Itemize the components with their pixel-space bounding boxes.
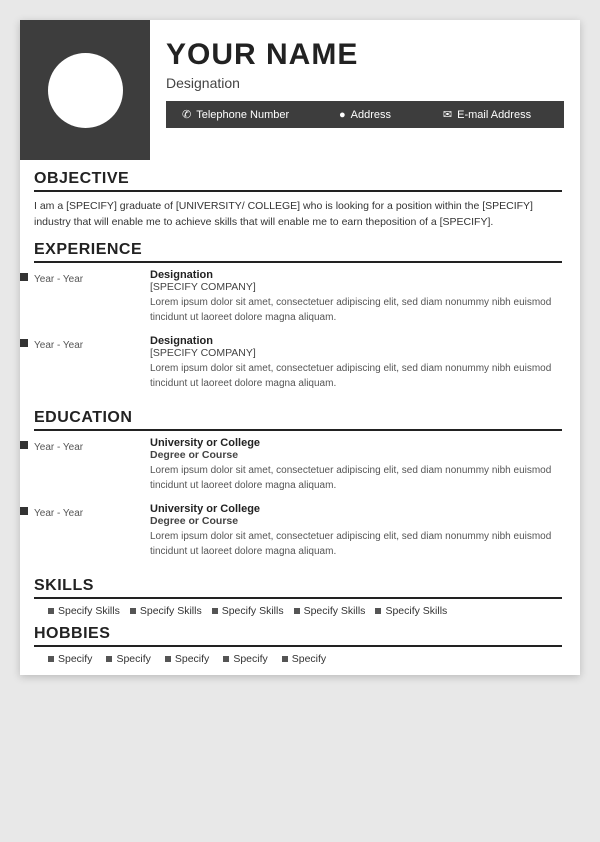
hobby-label: Specify — [116, 653, 150, 665]
school-name: University or College — [150, 503, 580, 515]
skill-item: Specify Skills — [294, 605, 366, 617]
degree-name: Degree or Course — [150, 515, 580, 527]
contact-bar: ✆ Telephone Number ● Address ✉ E-mail Ad… — [166, 101, 564, 128]
hobby-bullet — [282, 656, 288, 662]
hobby-item: Specify — [282, 653, 326, 665]
entry-desc: Lorem ipsum dolor sit amet, consectetuer… — [150, 361, 580, 391]
phone-icon: ✆ — [182, 108, 191, 121]
entry-dot — [20, 339, 28, 347]
skill-label: Specify Skills — [385, 605, 447, 617]
phone-contact: ✆ Telephone Number — [182, 108, 304, 121]
skills-section: SKILLS Specify SkillsSpecify SkillsSpeci… — [20, 569, 580, 617]
address-label: Address — [351, 109, 391, 121]
skill-label: Specify Skills — [58, 605, 120, 617]
entry-detail: University or College Degree or Course L… — [150, 437, 580, 493]
experience-section: EXPERIENCE — [20, 231, 580, 263]
skill-item: Specify Skills — [48, 605, 120, 617]
hobby-bullet — [165, 656, 171, 662]
education-entry: Year - Year University or College Degree… — [20, 503, 580, 559]
entry-years: Year - Year — [34, 272, 83, 285]
education-entry: Year - Year University or College Degree… — [20, 437, 580, 493]
hobby-item: Specify — [223, 653, 267, 665]
name-heading: YOUR NAME — [166, 38, 564, 71]
skill-bullet — [294, 608, 300, 614]
entry-title: Designation — [150, 269, 580, 281]
entry-years: Year - Year — [34, 440, 83, 453]
skill-item: Specify Skills — [375, 605, 447, 617]
entry-desc: Lorem ipsum dolor sit amet, consectetuer… — [150, 295, 580, 325]
hobby-label: Specify — [292, 653, 326, 665]
entry-title: Designation — [150, 335, 580, 347]
email-icon: ✉ — [443, 108, 452, 121]
experience-entry: Year - Year Designation [SPECIFY COMPANY… — [20, 269, 580, 325]
skill-item: Specify Skills — [130, 605, 202, 617]
hobbies-list: Specify Specify Specify Specify Specify — [34, 653, 562, 665]
entry-year-col: Year - Year — [20, 269, 150, 325]
entry-dot — [20, 441, 28, 449]
hobby-bullet — [48, 656, 54, 662]
entry-year-col: Year - Year — [20, 335, 150, 391]
entry-company: [SPECIFY COMPANY] — [150, 281, 580, 293]
hobby-item: Specify — [48, 653, 92, 665]
skill-label: Specify Skills — [140, 605, 202, 617]
experience-entry: Year - Year Designation [SPECIFY COMPANY… — [20, 335, 580, 391]
hobby-bullet — [106, 656, 112, 662]
objective-title: OBJECTIVE — [34, 170, 562, 192]
education-entries: Year - Year University or College Degree… — [20, 437, 580, 559]
email-contact: ✉ E-mail Address — [426, 108, 548, 121]
entry-year-col: Year - Year — [20, 503, 150, 559]
skills-list: Specify Skills Specify Skills Specify Skil… — [34, 605, 562, 617]
experience-entries: Year - Year Designation [SPECIFY COMPANY… — [20, 269, 580, 391]
education-title: EDUCATION — [34, 409, 562, 431]
entry-years: Year - Year — [34, 338, 83, 351]
email-label: E-mail Address — [457, 109, 531, 121]
entry-detail: University or College Degree or Course L… — [150, 503, 580, 559]
objective-section: OBJECTIVE I am a [SPECIFY] graduate of [… — [20, 160, 580, 231]
skill-item: Specify Skills — [212, 605, 284, 617]
entry-company: [SPECIFY COMPANY] — [150, 347, 580, 359]
hobby-bullet — [223, 656, 229, 662]
entry-years: Year - Year — [34, 506, 83, 519]
location-icon: ● — [339, 109, 346, 121]
skill-bullet — [130, 608, 136, 614]
skill-bullet — [48, 608, 54, 614]
entry-detail: Designation [SPECIFY COMPANY] Lorem ipsu… — [150, 335, 580, 391]
degree-name: Degree or Course — [150, 449, 580, 461]
education-section: EDUCATION — [20, 401, 580, 431]
skill-label: Specify Skills — [222, 605, 284, 617]
designation-label: Designation — [166, 75, 564, 91]
hobby-item: Specify — [165, 653, 209, 665]
experience-title: EXPERIENCE — [34, 241, 562, 263]
skill-bullet — [212, 608, 218, 614]
entry-detail: Designation [SPECIFY COMPANY] Lorem ipsu… — [150, 269, 580, 325]
objective-text: I am a [SPECIFY] graduate of [UNIVERSITY… — [34, 198, 562, 231]
entry-dot — [20, 273, 28, 281]
resume-document: YOUR NAME Designation ✆ Telephone Number… — [20, 20, 580, 675]
avatar — [48, 53, 123, 128]
entry-dot — [20, 507, 28, 515]
skills-title: SKILLS — [34, 577, 562, 599]
address-contact: ● Address — [304, 109, 426, 121]
hobby-label: Specify — [175, 653, 209, 665]
header-photo-area — [20, 20, 150, 160]
hobbies-section: HOBBIES SpecifySpecifySpecifySpecifySpec… — [20, 617, 580, 675]
entry-desc: Lorem ipsum dolor sit amet, consectetuer… — [150, 463, 580, 493]
header-info: YOUR NAME Designation ✆ Telephone Number… — [150, 20, 580, 160]
skill-label: Specify Skills — [304, 605, 366, 617]
phone-label: Telephone Number — [196, 109, 289, 121]
school-name: University or College — [150, 437, 580, 449]
entry-year-col: Year - Year — [20, 437, 150, 493]
header-section: YOUR NAME Designation ✆ Telephone Number… — [20, 20, 580, 160]
hobby-label: Specify — [58, 653, 92, 665]
hobbies-title: HOBBIES — [34, 625, 562, 647]
skill-bullet — [375, 608, 381, 614]
hobby-item: Specify — [106, 653, 150, 665]
entry-desc: Lorem ipsum dolor sit amet, consectetuer… — [150, 529, 580, 559]
hobby-label: Specify — [233, 653, 267, 665]
